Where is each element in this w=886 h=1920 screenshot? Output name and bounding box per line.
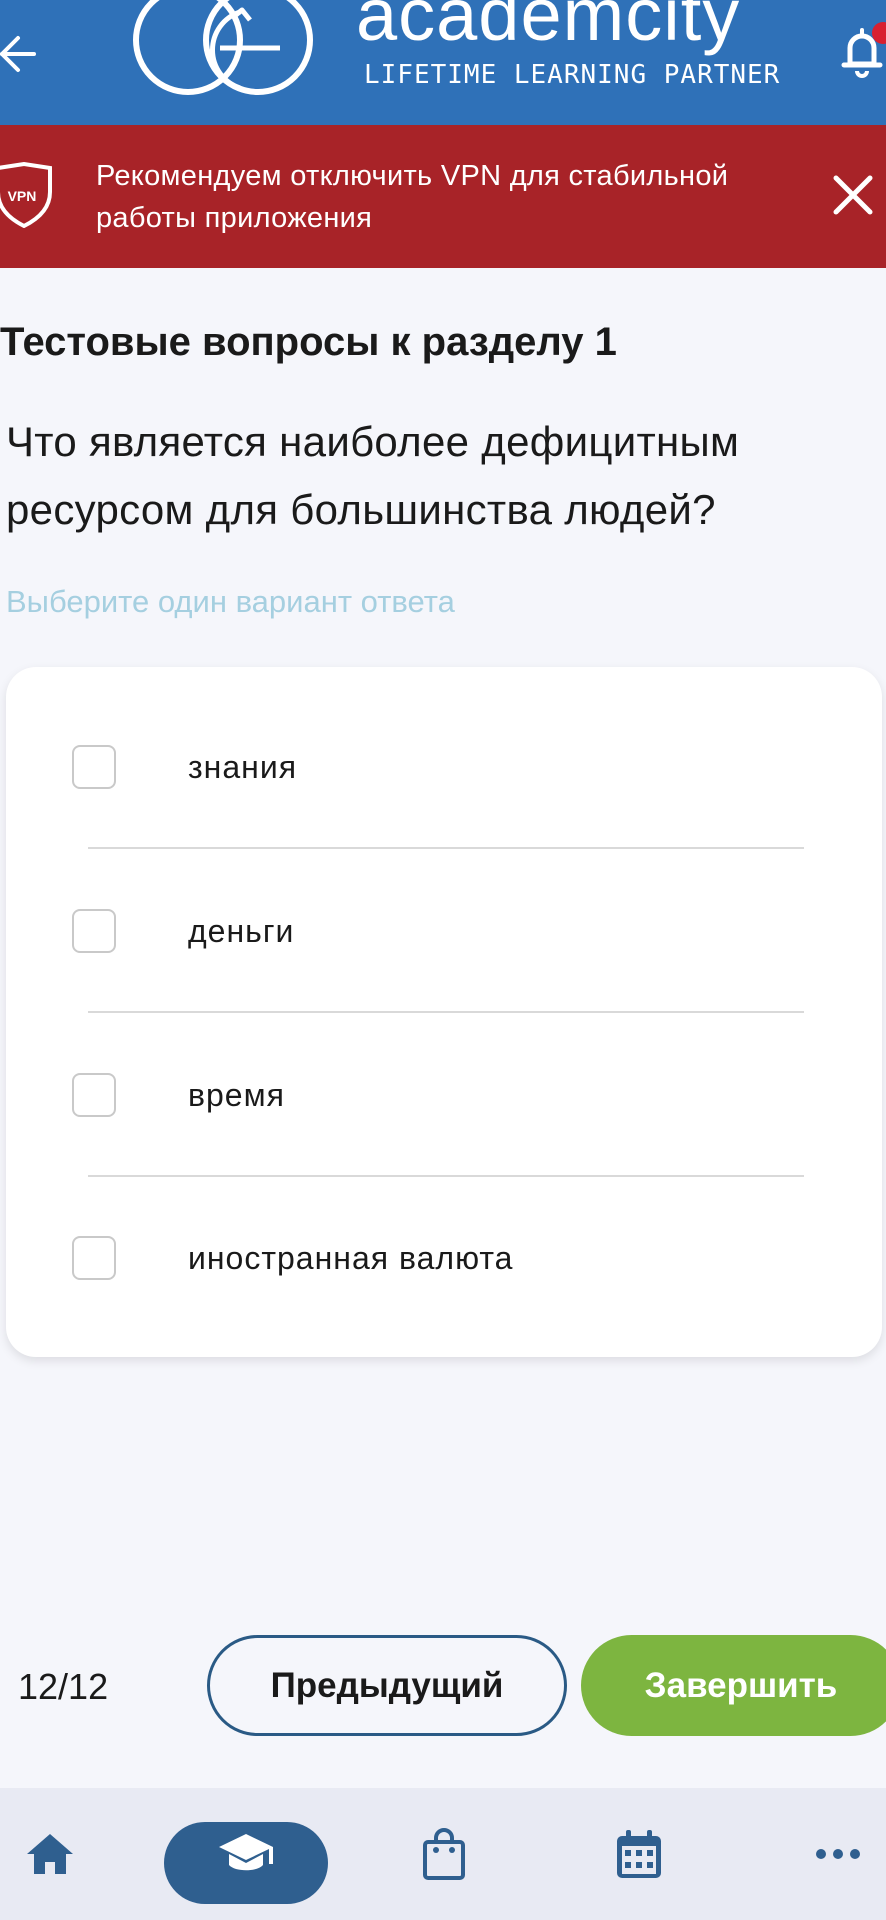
nav-item-home[interactable] [18,1788,82,1920]
finish-button[interactable]: Завершить [581,1635,886,1736]
nav-item-calendar[interactable] [607,1788,671,1920]
option-checkbox[interactable] [72,1073,116,1117]
answer-option[interactable]: время [6,1035,882,1155]
option-label: деньги [188,913,295,949]
answer-option[interactable]: знания [6,707,882,827]
vpn-shield-label: VPN [8,188,37,204]
logo-mark-icon [128,0,328,110]
option-divider [88,1011,804,1013]
section-title: Тестовые вопросы к разделу 1 [0,320,617,364]
calendar-icon [614,1828,664,1880]
app-header: academcity LIFETIME LEARNING PARTNER [0,0,886,125]
vpn-banner-message: Рекомендуем отключить VPN для стабильной… [96,160,729,234]
vpn-warning-banner: VPN Рекомендуем отключить VPN для стабил… [0,125,886,268]
option-divider [88,847,804,849]
quiz-screen: academcity LIFETIME LEARNING PARTNER VPN… [0,0,886,1920]
shopping-bag-icon [421,1828,467,1880]
question-progress: 12/12 [18,1666,109,1707]
close-icon[interactable] [828,170,878,220]
option-checkbox[interactable] [72,909,116,953]
option-label: иностранная валюта [188,1240,514,1276]
answer-options-card: знания деньги время иностранная валюта [6,667,882,1357]
option-divider [88,1175,804,1177]
home-icon [25,1832,75,1876]
nav-item-courses[interactable] [164,1788,328,1920]
option-label: время [188,1077,285,1113]
option-checkbox[interactable] [72,745,116,789]
previous-button[interactable]: Предыдущий [207,1635,567,1736]
logo-tagline: LIFETIME LEARNING PARTNER [364,60,781,90]
answer-hint: Выберите один вариант ответа [6,584,455,619]
nav-item-more[interactable] [806,1788,870,1920]
back-arrow-icon[interactable] [0,28,40,80]
answer-option[interactable]: деньги [6,871,882,991]
nav-item-shop[interactable] [412,1788,476,1920]
option-label: знания [188,749,298,785]
answer-option[interactable]: иностранная валюта [6,1198,882,1318]
more-dots-icon [815,1848,861,1860]
bottom-navigation [0,1788,886,1920]
option-checkbox[interactable] [72,1236,116,1280]
vpn-shield-icon: VPN [0,161,52,229]
question-text: Что является наиболее дефицитным ресурсо… [6,418,740,533]
graduation-cap-icon [217,1832,275,1876]
logo-name: academcity [356,0,741,56]
